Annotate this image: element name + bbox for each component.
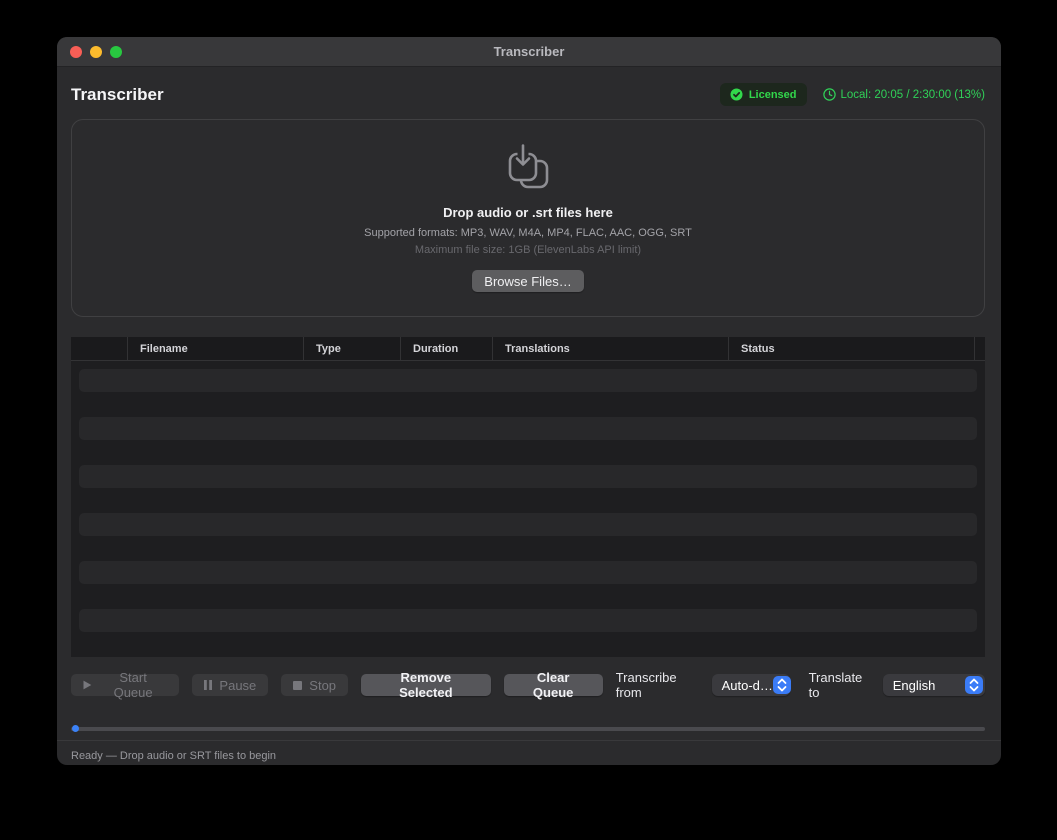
browse-files-button[interactable]: Browse Files… <box>472 270 583 292</box>
transcribe-from-value: Auto-d… <box>722 678 773 693</box>
chevron-up-down-icon <box>965 676 983 694</box>
progress-track <box>71 727 985 731</box>
column-header-spacer <box>71 337 128 360</box>
pause-icon <box>204 680 212 690</box>
traffic-lights <box>70 46 122 58</box>
empty-row-stripe <box>79 609 977 632</box>
usage-status-text: Local: 20:05 / 2:30:00 (13%) <box>841 89 986 101</box>
empty-row-stripe <box>79 417 977 440</box>
queue-table: Filename Type Duration Translations Stat… <box>71 337 985 657</box>
dropzone-title: Drop audio or .srt files here <box>443 205 613 220</box>
translate-to-label: Translate to <box>809 670 875 700</box>
translate-to-select[interactable]: English <box>883 674 985 696</box>
language-controls: Transcribe from Auto-d… Translate to Eng… <box>616 670 985 700</box>
column-header-filename[interactable]: Filename <box>128 337 304 360</box>
clear-queue-button[interactable]: Clear Queue <box>504 674 603 696</box>
empty-row-stripe <box>79 513 977 536</box>
close-button[interactable] <box>70 46 82 58</box>
stop-button[interactable]: Stop <box>281 674 348 696</box>
column-header-translations[interactable]: Translations <box>493 337 729 360</box>
usage-status: Local: 20:05 / 2:30:00 (13%) <box>823 88 986 101</box>
clock-icon <box>823 88 836 101</box>
stop-icon <box>293 681 302 690</box>
transcribe-from-label: Transcribe from <box>616 670 704 700</box>
column-header-duration[interactable]: Duration <box>401 337 493 360</box>
dropzone-max-file-size: Maximum file size: 1GB (ElevenLabs API l… <box>415 244 641 256</box>
transcribe-from-select[interactable]: Auto-d… <box>712 674 790 696</box>
stop-label: Stop <box>309 678 336 693</box>
column-header-status[interactable]: Status <box>729 337 975 360</box>
page-title: Transcriber <box>71 85 164 105</box>
pause-label: Pause <box>219 678 256 693</box>
license-badge: Licensed <box>720 83 807 106</box>
window-title: Transcriber <box>57 44 1001 59</box>
drop-files-icon <box>504 144 552 192</box>
app-header: Transcriber Licensed Local: 20:05 / 2:30… <box>57 67 1001 119</box>
table-header: Filename Type Duration Translations Stat… <box>71 337 985 361</box>
header-status-cluster: Licensed Local: 20:05 / 2:30:00 (13%) <box>720 83 985 106</box>
empty-row-stripe <box>79 369 977 392</box>
empty-row-stripe <box>79 465 977 488</box>
status-bar: Ready — Drop audio or SRT files to begin <box>57 740 1001 765</box>
remove-selected-button[interactable]: Remove Selected <box>361 674 491 696</box>
dropzone-supported-formats: Supported formats: MP3, WAV, M4A, MP4, F… <box>364 227 692 239</box>
license-badge-label: Licensed <box>749 89 797 101</box>
table-body <box>71 361 985 632</box>
start-queue-label: Start Queue <box>99 670 168 700</box>
progress-bar <box>71 725 985 732</box>
checkmark-seal-icon <box>730 88 743 101</box>
queue-toolbar: Start Queue Pause Stop Remove Selected C… <box>71 670 985 700</box>
empty-row-stripe <box>79 561 977 584</box>
titlebar[interactable]: Transcriber <box>57 37 1001 67</box>
minimize-button[interactable] <box>90 46 102 58</box>
start-queue-button[interactable]: Start Queue <box>71 674 179 696</box>
translate-to-value: English <box>893 678 936 693</box>
zoom-button[interactable] <box>110 46 122 58</box>
chevron-up-down-icon <box>773 676 791 694</box>
status-message: Ready — Drop audio or SRT files to begin <box>71 750 276 762</box>
column-header-type[interactable]: Type <box>304 337 401 360</box>
app-window: Transcriber Transcriber Licensed Local: … <box>57 37 1001 765</box>
play-icon <box>83 680 92 690</box>
progress-indicator <box>72 725 79 732</box>
file-drop-zone[interactable]: Drop audio or .srt files here Supported … <box>71 119 985 317</box>
column-header-filler <box>975 337 985 360</box>
pause-button[interactable]: Pause <box>192 674 268 696</box>
